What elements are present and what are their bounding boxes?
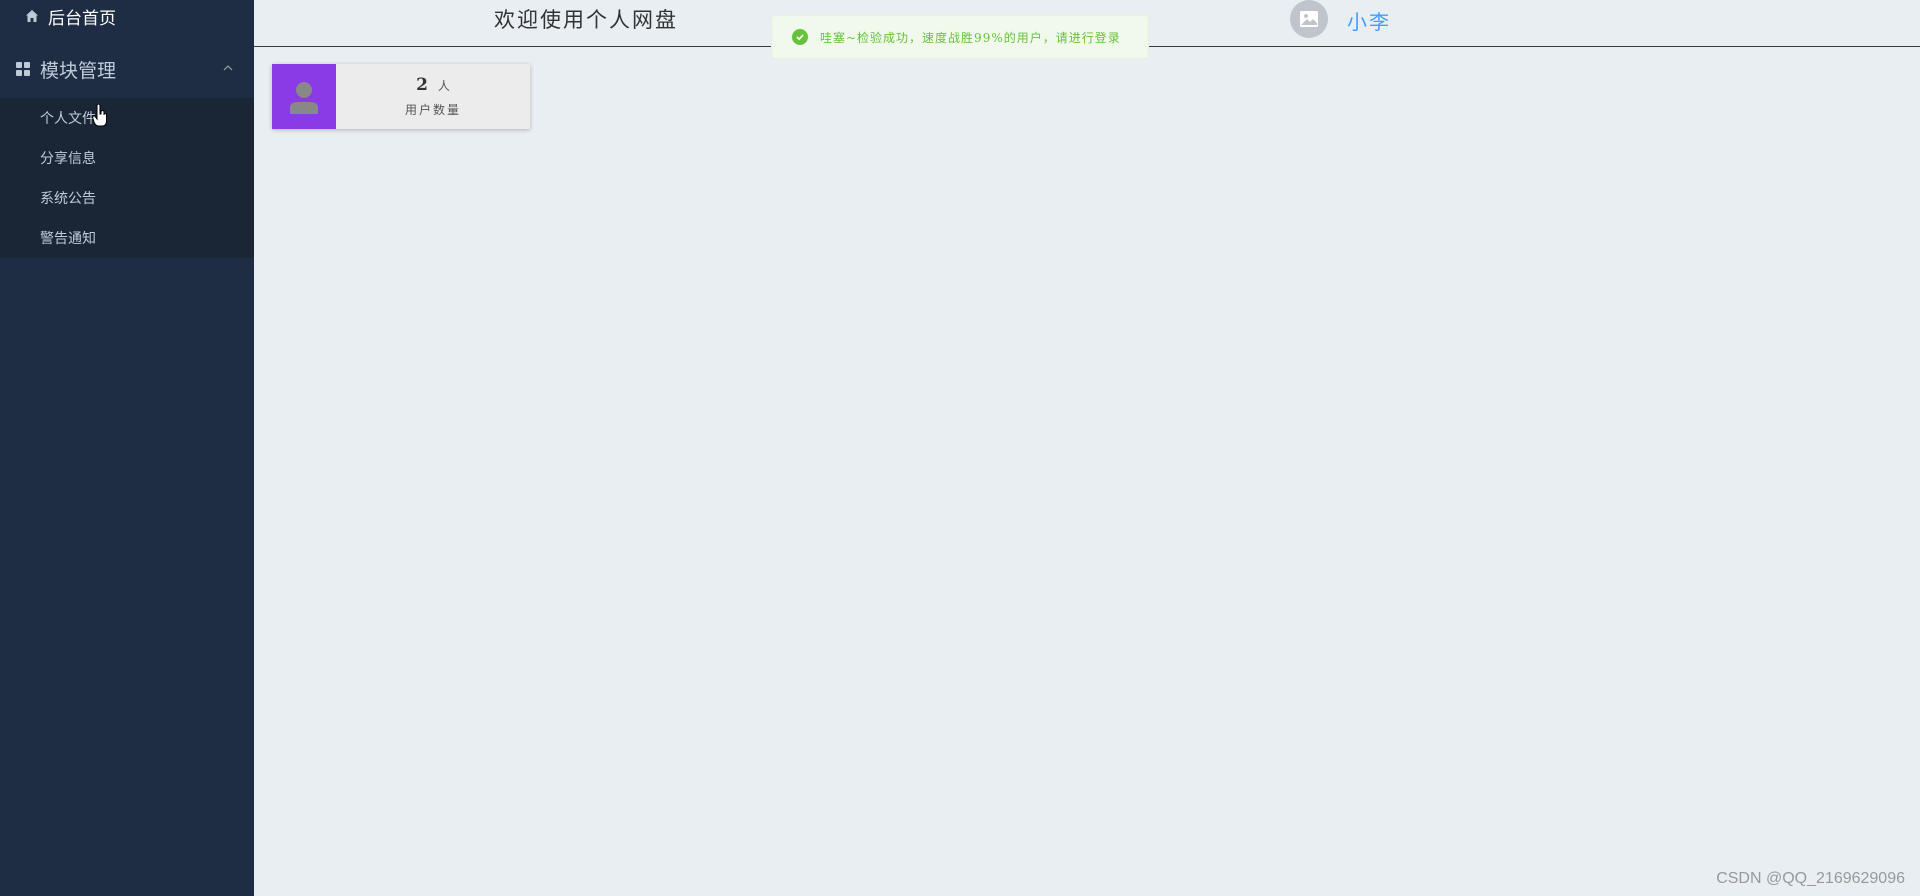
sidebar-group-module-management[interactable]: 模块管理 <box>0 48 254 90</box>
sidebar-item-system-announcement[interactable]: 系统公告 <box>0 178 254 218</box>
hand-cursor-icon <box>92 104 107 127</box>
sidebar-item-label: 分享信息 <box>40 151 96 167</box>
sidebar-item-label: 警告通知 <box>40 231 96 247</box>
sidebar-group-label: 模块管理 <box>40 59 117 82</box>
grid-icon <box>16 62 30 76</box>
sidebar-item-label: 系统公告 <box>40 191 96 207</box>
stat-label: 用户数量 <box>404 103 461 117</box>
sidebar: 后台首页 模块管理 个人文件 分享信息 系统公告 警告通知 <box>0 0 254 896</box>
sidebar-home-label: 后台首页 <box>48 8 116 29</box>
sidebar-item-share-info[interactable]: 分享信息 <box>0 138 254 178</box>
home-icon <box>26 10 38 22</box>
sidebar-item-personal-files[interactable]: 个人文件 <box>0 98 254 138</box>
sidebar-item-home[interactable]: 后台首页 <box>0 0 254 32</box>
image-placeholder-icon <box>1300 11 1318 27</box>
user-count-card: 2 人 用户数量 <box>272 64 530 129</box>
username-link[interactable]: 小李 <box>1347 6 1391 35</box>
page-title: 欢迎使用个人网盘 <box>494 8 678 32</box>
avatar[interactable] <box>1290 0 1328 38</box>
success-toast: 哇塞~检验成功，速度战胜99%的用户，请进行登录 <box>771 15 1149 59</box>
user-icon <box>290 81 318 114</box>
stat-value: 2 <box>416 75 428 95</box>
chevron-up-icon[interactable] <box>222 63 234 73</box>
check-circle-icon <box>792 29 808 45</box>
toast-message: 哇塞~检验成功，速度战胜99%的用户，请进行登录 <box>820 30 1121 45</box>
stat-unit: 人 <box>437 79 450 93</box>
watermark: CSDN @QQ_2169629096 <box>1716 870 1905 887</box>
sidebar-item-warning-notice[interactable]: 警告通知 <box>0 218 254 258</box>
stat-icon-box <box>272 64 336 129</box>
sidebar-submenu: 个人文件 分享信息 系统公告 警告通知 <box>0 98 254 258</box>
stat-value-row: 2 人 <box>416 75 450 95</box>
sidebar-item-label: 个人文件 <box>40 111 96 127</box>
stat-body: 2 人 用户数量 <box>336 64 530 129</box>
